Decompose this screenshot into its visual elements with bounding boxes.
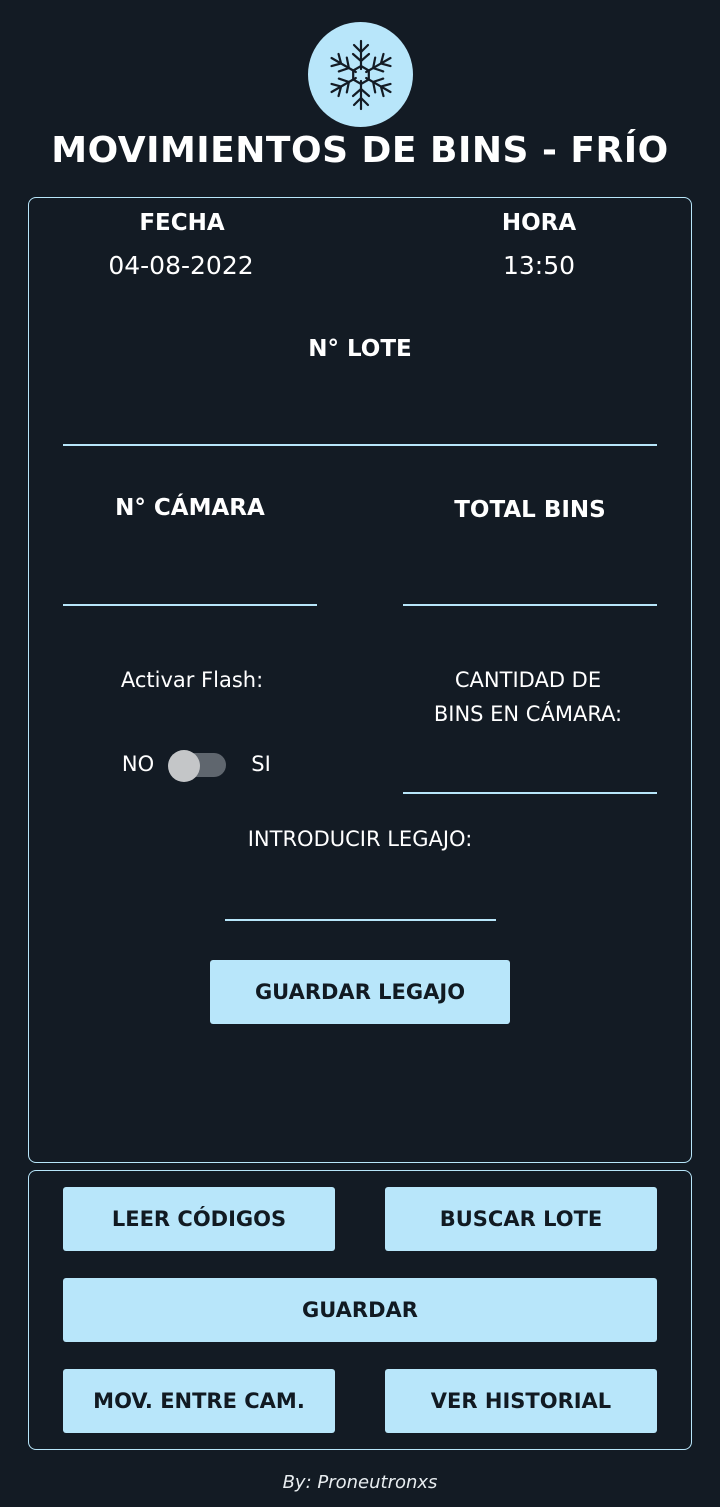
flash-toggle-knob — [168, 750, 200, 782]
leer-codigos-button[interactable]: LEER CÓDIGOS — [63, 1187, 335, 1251]
total-bins-label: TOTAL BINS — [454, 497, 606, 523]
flash-on-label: SI — [251, 752, 271, 776]
app-screen: MOVIMIENTOS DE BINS - FRÍO FECHA 04-08-2… — [0, 0, 720, 1507]
guardar-legajo-button[interactable]: GUARDAR LEGAJO — [210, 960, 510, 1024]
page-title: MOVIMIENTOS DE BINS - FRÍO — [51, 130, 669, 171]
flash-off-label: NO — [121, 752, 155, 776]
fecha-label: FECHA — [139, 210, 225, 236]
guardar-button[interactable]: GUARDAR — [63, 1278, 657, 1342]
lote-input-underline — [63, 444, 657, 446]
fecha-value: 04-08-2022 — [108, 251, 254, 280]
flash-toggle[interactable] — [168, 750, 226, 782]
snowflake-icon — [308, 22, 413, 127]
flash-label: Activar Flash: — [120, 668, 264, 692]
ver-historial-button[interactable]: VER HISTORIAL — [385, 1369, 657, 1433]
hora-label: HORA — [501, 210, 577, 236]
camara-input-underline — [63, 604, 317, 606]
camara-label: N° CÁMARA — [115, 495, 265, 521]
cantidad-label-line1: CANTIDAD DE — [454, 668, 602, 692]
legajo-input-underline — [225, 919, 496, 921]
footer-credit: By: Proneutronxs — [282, 1472, 438, 1493]
legajo-label: INTRODUCIR LEGAJO: — [247, 827, 473, 851]
hora-value: 13:50 — [502, 251, 576, 280]
cantidad-input-underline — [403, 792, 657, 794]
mov-entre-camaras-button[interactable]: MOV. ENTRE CAM. — [63, 1369, 335, 1433]
cantidad-label-line2: BINS EN CÁMARA: — [433, 702, 623, 726]
buscar-lote-button[interactable]: BUSCAR LOTE — [385, 1187, 657, 1251]
lote-label: N° LOTE — [308, 336, 412, 362]
total-bins-input-underline — [403, 604, 657, 606]
